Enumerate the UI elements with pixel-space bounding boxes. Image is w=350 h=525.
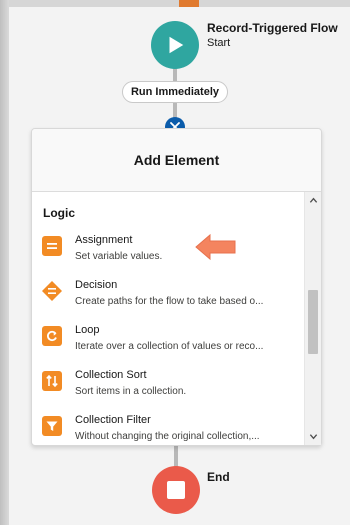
connector-line [174,446,178,468]
run-immediately-path-label[interactable]: Run Immediately [122,81,228,103]
element-description: Without changing the original collection… [75,431,260,442]
element-item-loop[interactable]: Loop Iterate over a collection of values… [42,324,304,368]
element-name: Collection Sort [75,369,147,381]
end-label: End [207,470,230,484]
element-list-scrollbar[interactable] [304,192,321,445]
element-item-decision[interactable]: Decision Create paths for the flow to ta… [42,279,304,323]
end-node[interactable] [152,466,200,514]
start-label: Start [207,37,231,49]
element-item-collection-filter[interactable]: Collection Filter Without changing the o… [42,414,304,445]
loop-icon [42,326,62,346]
flow-type-label: Record-Triggered Flow [207,21,338,35]
scrollbar-thumb[interactable] [308,290,318,354]
sort-icon [42,371,62,391]
element-item-assignment[interactable]: Assignment Set variable values. [42,234,304,278]
left-panel-edge [0,0,9,525]
element-item-collection-sort[interactable]: Collection Sort Sort items in a collecti… [42,369,304,413]
element-description: Iterate over a collection of values or r… [75,341,264,352]
play-icon [169,36,184,54]
element-name: Loop [75,324,100,336]
connector-line [173,68,177,82]
element-name: Collection Filter [75,414,151,426]
element-name: Decision [75,279,118,291]
decision-icon [42,281,62,301]
element-list: Logic Assignment Set variable values. De… [32,192,304,445]
add-element-panel: Add Element Logic Assignment Set variabl… [31,128,322,446]
arrow-pointer-icon [195,233,236,261]
start-node[interactable] [151,21,199,69]
scroll-down-arrow-icon[interactable] [309,432,318,441]
filter-icon [42,416,62,436]
panel-header: Add Element [32,129,321,192]
panel-title: Add Element [133,152,220,168]
top-tab-edge [179,0,199,7]
element-description: Set variable values. [75,251,163,262]
equals-icon [42,236,62,256]
element-description: Create paths for the flow to take based … [75,296,264,307]
element-name: Assignment [75,234,133,246]
scroll-up-arrow-icon[interactable] [309,196,318,205]
stop-icon [167,481,185,499]
section-title-logic: Logic [43,206,75,220]
element-description: Sort items in a collection. [75,386,187,397]
